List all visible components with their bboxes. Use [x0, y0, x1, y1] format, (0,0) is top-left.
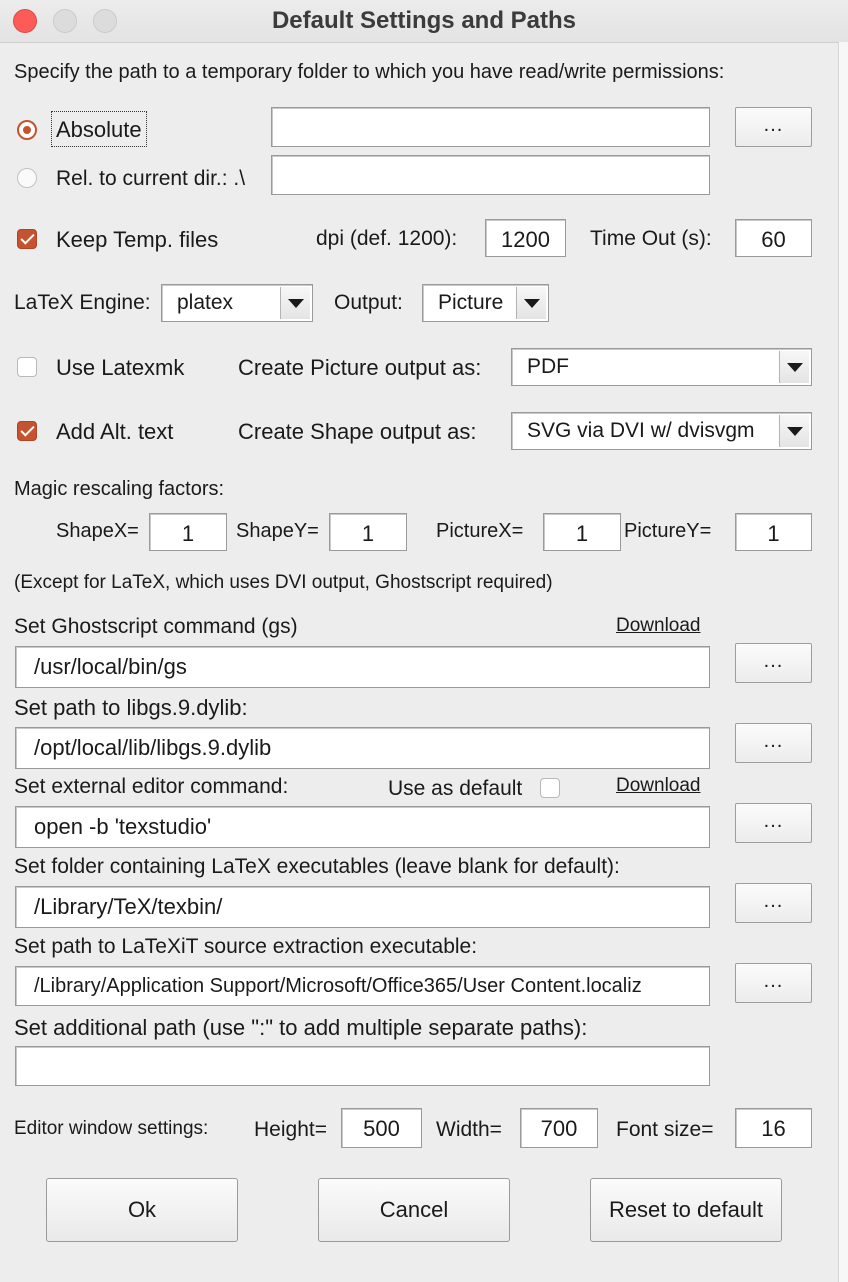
chevron-down-icon	[516, 287, 546, 319]
shape-output-select-value: SVG via DVI w/ dvisvgm	[527, 419, 755, 442]
window-title: Default Settings and Paths	[271, 7, 577, 34]
editor-window-label: Editor window settings:	[14, 1118, 209, 1139]
chevron-down-icon	[779, 351, 809, 383]
absolute-label: Absolute	[56, 117, 142, 142]
absolute-radio[interactable]	[17, 120, 37, 140]
gs-command-input[interactable]: /usr/local/bin/gs	[15, 646, 710, 688]
browse-editor-button[interactable]: ...	[735, 803, 812, 843]
editor-height-input[interactable]: 500	[341, 1108, 422, 1148]
relative-path-input[interactable]	[271, 155, 710, 195]
timeout-input[interactable]: 60	[735, 219, 812, 257]
chevron-down-icon	[280, 287, 310, 319]
font-size-label: Font size=	[616, 1118, 714, 1141]
engine-label: LaTeX Engine:	[14, 291, 151, 314]
picturey-input[interactable]: 1	[735, 513, 812, 551]
title-bar: Default Settings and Paths	[0, 0, 848, 43]
absolute-path-input[interactable]	[271, 107, 710, 147]
gs-label: Set Ghostscript command (gs)	[14, 615, 298, 638]
picture-output-label: Create Picture output as:	[238, 355, 482, 380]
add-alt-text-label: Add Alt. text	[56, 419, 174, 444]
picture-output-select[interactable]: PDF	[511, 348, 812, 386]
use-as-default-label: Use as default	[388, 777, 523, 800]
cancel-button-label: Cancel	[379, 1197, 449, 1222]
gs-download-link[interactable]: Download	[616, 616, 701, 635]
picturex-input[interactable]: 1	[543, 513, 621, 551]
rescaling-note: (Except for LaTeX, which uses DVI output…	[14, 572, 553, 593]
libgs-label: Set path to libgs.9.dylib:	[14, 695, 248, 720]
latexit-label: Set path to LaTeXiT source extraction ex…	[14, 935, 478, 958]
engine-select-value: platex	[177, 291, 234, 314]
reset-button-label: Reset to default	[608, 1197, 764, 1222]
libgs-path-input[interactable]: /opt/local/lib/libgs.9.dylib	[15, 727, 710, 769]
cancel-button[interactable]: Cancel	[318, 1178, 510, 1242]
chevron-down-icon	[779, 415, 809, 447]
picturey-label: PictureY=	[624, 520, 712, 542]
rescaling-title: Magic rescaling factors:	[14, 478, 225, 500]
latexit-path-input[interactable]: /Library/Application Support/Microsoft/O…	[15, 966, 710, 1006]
engine-select[interactable]: platex	[161, 284, 313, 322]
browse-temp-button[interactable]: ...	[735, 107, 812, 147]
output-label: Output:	[334, 291, 403, 314]
dpi-input[interactable]: 1200	[485, 219, 566, 257]
shapex-label: ShapeX=	[56, 520, 139, 542]
picture-output-select-value: PDF	[527, 355, 569, 378]
additional-path-label: Set additional path (use ":" to add mult…	[14, 1015, 588, 1040]
shape-output-label: Create Shape output as:	[238, 419, 477, 444]
additional-path-input[interactable]	[15, 1046, 710, 1086]
window-edge	[838, 42, 848, 1282]
timeout-label: Time Out (s):	[590, 227, 712, 250]
reset-to-default-button[interactable]: Reset to default	[590, 1178, 782, 1242]
editor-download-link[interactable]: Download	[616, 776, 701, 795]
browse-latex-folder-button[interactable]: ...	[735, 883, 812, 923]
relative-label: Rel. to current dir.: .\	[56, 167, 246, 190]
latex-folder-label: Set folder containing LaTeX executables …	[14, 855, 620, 878]
editor-label: Set external editor command:	[14, 775, 289, 798]
use-latexmk-checkbox[interactable]	[17, 357, 37, 377]
output-select[interactable]: Picture	[422, 284, 549, 322]
shapey-label: ShapeY=	[236, 520, 319, 542]
browse-libgs-button[interactable]: ...	[735, 723, 812, 763]
keep-temp-checkbox[interactable]	[17, 229, 37, 249]
browse-gs-button[interactable]: ...	[735, 643, 812, 683]
ok-button[interactable]: Ok	[46, 1178, 238, 1242]
latex-folder-input[interactable]: /Library/TeX/texbin/	[15, 886, 710, 928]
use-latexmk-label: Use Latexmk	[56, 355, 185, 380]
shapey-input[interactable]: 1	[329, 513, 407, 551]
use-as-default-checkbox[interactable]	[540, 778, 560, 798]
width-label: Width=	[436, 1118, 502, 1141]
dpi-label: dpi (def. 1200):	[316, 227, 458, 250]
relative-radio[interactable]	[17, 168, 37, 188]
shapex-input[interactable]: 1	[149, 513, 227, 551]
height-label: Height=	[254, 1118, 327, 1141]
shape-output-select[interactable]: SVG via DVI w/ dvisvgm	[511, 412, 812, 450]
add-alt-text-checkbox[interactable]	[17, 421, 37, 441]
output-select-value: Picture	[438, 291, 504, 314]
browse-latexit-button[interactable]: ...	[735, 963, 812, 1003]
editor-command-input[interactable]: open -b 'texstudio'	[15, 806, 710, 848]
temp-folder-prompt: Specify the path to a temporary folder t…	[14, 61, 725, 83]
ok-button-label: Ok	[127, 1197, 157, 1222]
editor-width-input[interactable]: 700	[520, 1108, 598, 1148]
picturex-label: PictureX=	[436, 520, 524, 542]
editor-font-size-input[interactable]: 16	[735, 1108, 812, 1148]
absolute-label-box[interactable]: Absolute	[51, 111, 147, 147]
keep-temp-label: Keep Temp. files	[56, 227, 219, 252]
